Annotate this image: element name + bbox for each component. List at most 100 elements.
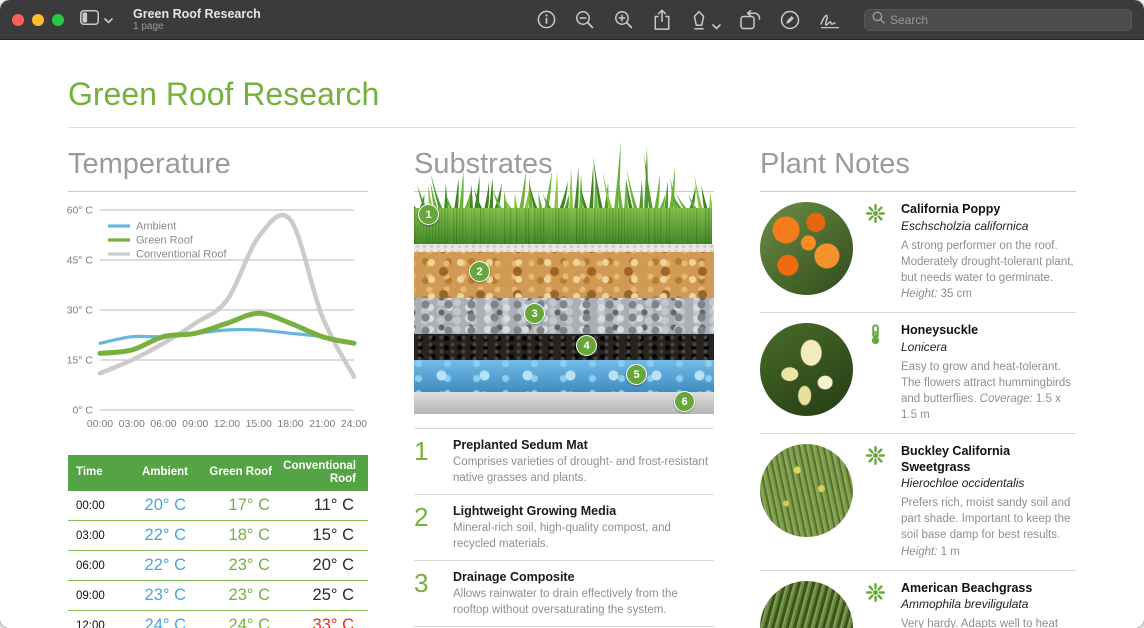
zoom-in-button[interactable] [614,10,634,30]
rotate-button[interactable] [740,10,761,30]
svg-text:00:00: 00:00 [87,418,113,430]
svg-text:45° C: 45° C [67,255,94,267]
svg-text:09:00: 09:00 [182,418,208,430]
svg-text:21:00: 21:00 [309,418,335,430]
plant-photo [760,202,853,295]
fullscreen-button[interactable] [52,14,64,26]
sun-icon [865,444,889,560]
temp-table-header: TimeAmbientGreen RoofConventional Roof [68,455,368,491]
markup-pen-icon [690,10,708,30]
traffic-lights [12,14,64,26]
table-header-cell: Green Roof [200,455,284,491]
layer-marker: 1 [418,204,439,225]
svg-text:24:00: 24:00 [341,418,367,430]
sidebar-toggle[interactable] [80,10,113,30]
substrates-section: Substrates 123456 1Preplanted Sedum MatC… [414,128,714,628]
cell-ambient: 22° C [118,526,200,545]
pencil-circle-icon [780,10,800,30]
table-row: 06:0022° C23° C20° C [68,551,368,581]
cell-conventional: 25° C [284,586,368,605]
substrate-list: 1Preplanted Sedum MatComprises varieties… [414,428,714,628]
svg-text:0° C: 0° C [72,405,93,417]
svg-text:Conventional Roof: Conventional Roof [136,249,227,261]
temperature-heading: Temperature [68,148,368,192]
signature-button[interactable] [819,11,841,29]
markup-dropdown[interactable] [712,24,721,30]
substrate-desc: Comprises varieties of drought- and fros… [453,455,714,486]
plant-photo [760,444,853,537]
svg-text:15:00: 15:00 [246,418,272,430]
temperature-section: Temperature 0° C15° C30° C45° C60° C00:0… [68,128,368,628]
temperature-table: TimeAmbientGreen RoofConventional Roof 0… [68,455,368,628]
cell-time: 09:00 [68,590,118,602]
plant-entry: HoneysuckleLoniceraEasy to grow and heat… [760,313,1076,434]
close-button[interactable] [12,14,24,26]
plant-notes-section: Plant Notes California PoppyEschscholzia… [760,128,1076,628]
layer-marker: 4 [576,335,597,356]
page-count: 1 page [133,21,261,33]
window-title-block: Green Roof Research 1 page [133,7,261,33]
minimize-button[interactable] [32,14,44,26]
plant-species: Hierochloe occidentalis [901,476,1076,490]
document-title: Green Roof Research [68,76,1076,113]
table-header-cell: Ambient [118,455,200,491]
svg-text:06:00: 06:00 [150,418,176,430]
share-icon [653,9,671,31]
annotate-button[interactable] [780,10,800,30]
table-row: 12:0024° C24° C33° C [68,611,368,628]
document-page[interactable]: Green Roof Research Temperature 0° C 15° … [0,40,1144,628]
substrate-number: 2 [414,504,440,552]
substrate-desc: Allows rainwater to drain effectively fr… [453,587,714,618]
zoom-out-button[interactable] [575,10,595,30]
info-button[interactable] [537,10,556,29]
svg-text:Green Roof: Green Roof [136,235,194,247]
table-header-cell: Time [68,455,118,491]
plant-species: Ammophila breviligulata [901,597,1076,611]
sidebar-icon [80,10,99,30]
substrate-item: 2Lightweight Growing MediaMineral-rich s… [414,495,714,561]
plant-notes-heading: Plant Notes [760,148,1076,192]
temperature-chart: 0° C15° C30° C45° C60° C00:0003:0006:000… [56,196,374,444]
layer-marker: 2 [469,261,490,282]
rotate-left-icon [740,10,761,30]
svg-text:30° C: 30° C [67,305,94,317]
cell-conventional: 20° C [284,556,368,575]
chevron-down-icon [104,11,113,29]
info-icon [537,10,556,29]
cell-green-roof: 17° C [200,496,284,515]
substrate-item: 3Drainage CompositeAllows rainwater to d… [414,561,714,627]
plant-photo [760,323,853,416]
cell-conventional: 15° C [284,526,368,545]
cell-time: 06:00 [68,560,118,572]
plant-name: American Beachgrass [901,581,1076,597]
svg-text:Ambient: Ambient [136,221,176,233]
cell-green-roof: 23° C [200,556,284,575]
cell-time: 00:00 [68,500,118,512]
svg-text:15° C: 15° C [67,355,94,367]
cell-ambient: 22° C [118,556,200,575]
markup-button[interactable] [690,10,708,30]
chevron-down-icon [712,24,721,30]
substrate-number: 3 [414,570,440,618]
cell-green-roof: 18° C [200,526,284,545]
plant-name: Buckley California Sweetgrass [901,444,1076,475]
substrate-item: 1Preplanted Sedum MatComprises varieties… [414,429,714,495]
plant-name: Honeysuckle [901,323,1076,339]
drainage-composite-layer [414,298,714,334]
cell-ambient: 24° C [118,616,200,628]
share-button[interactable] [653,9,671,31]
sedum-mat-layer [414,244,714,252]
cell-time: 03:00 [68,530,118,542]
temp-table-body: 00:0020° C17° C11° C03:0022° C18° C15° C… [68,491,368,628]
cell-green-roof: 23° C [200,586,284,605]
sun-icon [865,202,889,302]
plant-desc: Prefers rich, moist sandy soil and part … [901,495,1076,559]
svg-text:12:00: 12:00 [214,418,240,430]
plant-photo [760,581,853,628]
plant-desc: Very hardy. Adapts well to heat stress o… [901,616,1076,628]
cell-ambient: 20° C [118,496,200,515]
search-input[interactable] [890,13,1124,27]
search-field[interactable] [864,9,1132,31]
table-row: 00:0020° C17° C11° C [68,491,368,521]
substrate-title: Lightweight Growing Media [453,504,714,518]
